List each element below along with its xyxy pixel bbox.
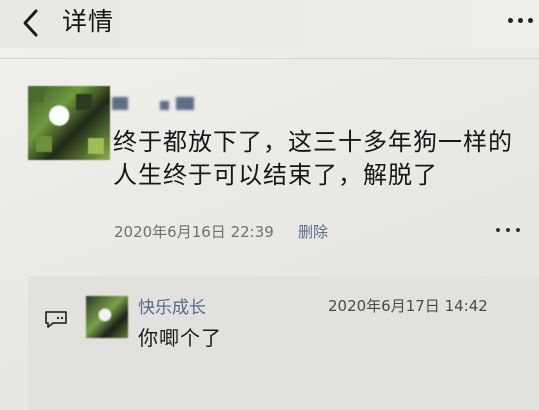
comment-author[interactable]: 快乐成长 — [138, 293, 206, 318]
comment-timestamp: 2020年6月17日 14:42 — [328, 297, 488, 315]
more-dots-icon — [518, 18, 523, 23]
chevron-left-icon — [23, 9, 38, 37]
comment-action-button[interactable] — [494, 226, 522, 236]
blurred-name-block — [112, 97, 128, 110]
page-title: 详情 — [62, 7, 115, 36]
top-bar: 详情 — [0, 0, 539, 48]
more-dots-icon — [516, 228, 520, 232]
divider — [0, 58, 539, 59]
post-timestamp: 2020年6月16日 22:39 — [114, 223, 274, 241]
more-dots-icon — [496, 228, 500, 232]
avatar-pixel — [88, 138, 104, 154]
blurred-name-block — [160, 101, 169, 110]
post-text: 终于都放下了，这三十多年狗一样的人生终于可以结束了，解脱了 — [113, 128, 513, 189]
blurred-name-block — [176, 97, 194, 110]
more-dots-icon — [508, 18, 513, 23]
avatar-pixel — [76, 94, 92, 110]
more-button[interactable] — [506, 16, 536, 28]
avatar-pixel — [36, 136, 52, 152]
post-avatar[interactable] — [28, 86, 110, 160]
back-button[interactable] — [16, 6, 48, 40]
more-dots-icon — [528, 18, 533, 23]
avatar-pixel — [28, 86, 44, 102]
comment-text[interactable]: 你唧个了 — [138, 322, 222, 351]
post-author-name[interactable] — [112, 97, 202, 111]
delete-link[interactable]: 删除 — [298, 221, 328, 242]
comment-bubble-icon — [44, 308, 70, 330]
screen: 详情 终于都放下了，这三十多年狗一样的人生终于可以结束了，解脱了 2020年6月… — [0, 0, 539, 410]
more-dots-icon — [506, 228, 510, 232]
comment-avatar[interactable] — [86, 296, 128, 338]
